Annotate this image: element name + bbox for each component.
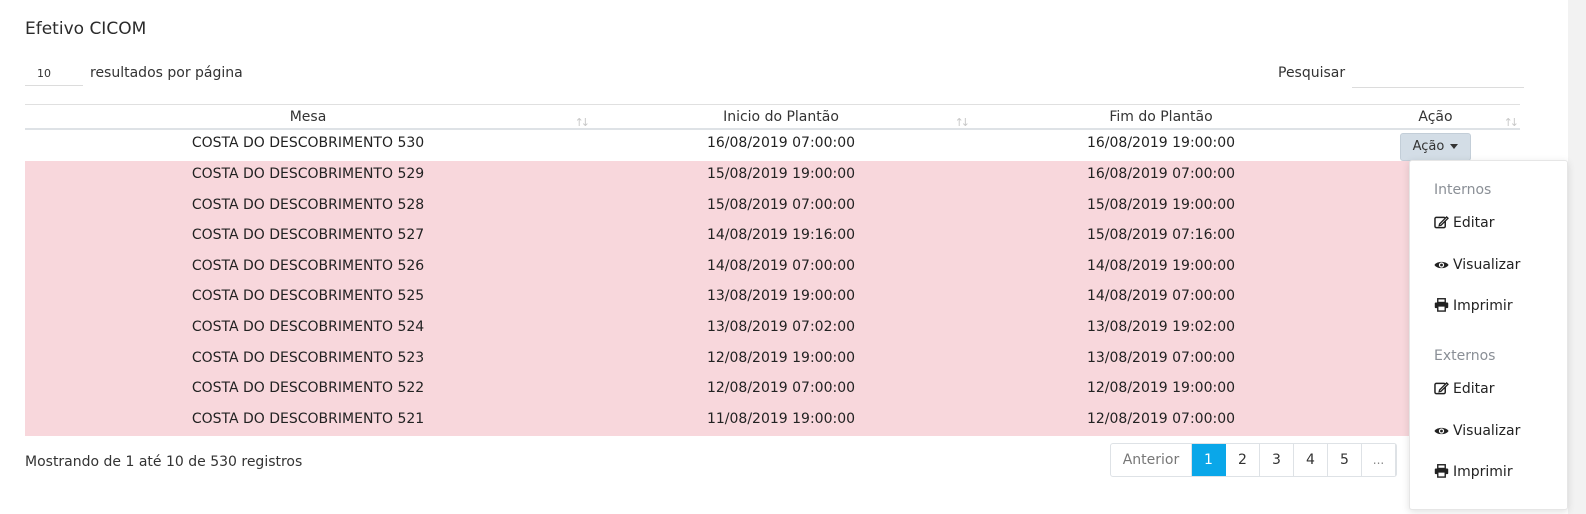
cell-mesa: COSTA DO DESCOBRIMENTO 529: [25, 161, 591, 192]
pagination: Anterior 1 2 3 4 5...: [1110, 443, 1397, 477]
search-input[interactable]: [1352, 60, 1524, 88]
table-header-row: Mesa ↑↓ Inicio do Plantão ↑↓ Fim do Plan…: [25, 104, 1520, 130]
pagination-page-2[interactable]: 2: [1226, 444, 1260, 476]
page: Efetivo CICOM 10 resultados por página P…: [0, 0, 1586, 514]
table-row: COSTA DO DESCOBRIMENTO 523 12/08/2019 19:…: [25, 344, 1520, 376]
table-row: COSTA DO DESCOBRIMENTO 525 13/08/2019 19:…: [25, 283, 1520, 314]
sort-icon: ↑↓: [954, 116, 971, 129]
column-header-label: Fim do Plantão: [1109, 108, 1213, 125]
cell-inicio: 14/08/2019 19:16:00: [591, 222, 971, 253]
dropdown-item-label: Visualizar: [1453, 257, 1521, 273]
sort-icon: ↑↓: [574, 116, 591, 129]
cell-mesa: COSTA DO DESCOBRIMENTO 525: [25, 283, 591, 314]
shifts-table: Mesa ↑↓ Inicio do Plantão ↑↓ Fim do Plan…: [25, 104, 1520, 437]
print-icon: [1434, 298, 1453, 314]
table-row: COSTA DO DESCOBRIMENTO 524 13/08/2019 07:…: [25, 313, 1520, 345]
table-row: COSTA DO DESCOBRIMENTO 530 16/08/2019 07:…: [25, 129, 1520, 161]
pagination-page-3[interactable]: 3: [1260, 444, 1294, 476]
cell-mesa: COSTA DO DESCOBRIMENTO 521: [25, 405, 591, 437]
column-header-acao[interactable]: Ação ↑↓: [1351, 104, 1520, 130]
dropdown-item-label: Visualizar: [1453, 423, 1521, 439]
dropdown-item-internos-imprimir[interactable]: Imprimir: [1434, 298, 1513, 314]
sort-icon: ↑↓: [1503, 116, 1520, 129]
cell-fim: 14/08/2019 07:00:00: [971, 283, 1351, 314]
table-row: COSTA DO DESCOBRIMENTO 527 14/08/2019 19:…: [25, 222, 1520, 253]
table-info: Mostrando de 1 até 10 de 530 registros: [25, 454, 303, 470]
table-row: COSTA DO DESCOBRIMENTO 526 14/08/2019 07:…: [25, 252, 1520, 284]
print-icon: [1434, 464, 1453, 480]
pagination-page-1[interactable]: 1: [1192, 444, 1226, 476]
action-dropdown-button[interactable]: Ação: [1399, 133, 1472, 161]
cell-fim: 12/08/2019 07:00:00: [971, 405, 1351, 437]
dropdown-item-internos-visualizar[interactable]: Visualizar: [1434, 257, 1520, 273]
scrollbar-track[interactable]: [1568, 0, 1586, 514]
pagination-previous[interactable]: Anterior: [1111, 444, 1192, 476]
cell-fim: 16/08/2019 07:00:00: [971, 161, 1351, 192]
table-row: COSTA DO DESCOBRIMENTO 522 12/08/2019 07:…: [25, 375, 1520, 406]
column-header-inicio[interactable]: Inicio do Plantão ↑↓: [591, 104, 971, 130]
cell-mesa: COSTA DO DESCOBRIMENTO 523: [25, 344, 591, 376]
table-row: COSTA DO DESCOBRIMENTO 528 15/08/2019 07:…: [25, 191, 1520, 223]
eye-icon: [1434, 423, 1453, 439]
page-title: Efetivo CICOM: [25, 19, 147, 39]
cell-mesa: COSTA DO DESCOBRIMENTO 526: [25, 252, 591, 284]
dropdown-item-externos-imprimir[interactable]: Imprimir: [1434, 464, 1513, 480]
pagination-page-4[interactable]: 4: [1294, 444, 1328, 476]
cell-acao: Ação: [1351, 129, 1520, 161]
cell-inicio: 13/08/2019 07:02:00: [591, 313, 971, 345]
cell-inicio: 15/08/2019 19:00:00: [591, 161, 971, 192]
column-header-fim[interactable]: Fim do Plantão: [971, 104, 1351, 130]
table-body: COSTA DO DESCOBRIMENTO 530 16/08/2019 07:…: [25, 129, 1520, 437]
cell-fim: 15/08/2019 19:00:00: [971, 191, 1351, 223]
caret-down-icon: [1450, 144, 1459, 149]
cell-inicio: 16/08/2019 07:00:00: [706, 135, 856, 151]
table-row: COSTA DO DESCOBRIMENTO 521 11/08/2019 19:…: [25, 405, 1520, 437]
column-header-label: Mesa: [289, 108, 327, 125]
cell-mesa: COSTA DO DESCOBRIMENTO 530: [191, 135, 425, 151]
cell-fim: 14/08/2019 19:00:00: [971, 252, 1351, 284]
cell-mesa: COSTA DO DESCOBRIMENTO 524: [25, 313, 591, 345]
dropdown-item-label: Editar: [1453, 215, 1495, 231]
dropdown-header-externos: Externos: [1434, 348, 1496, 364]
dropdown-item-externos-editar[interactable]: Editar: [1434, 381, 1494, 397]
cell-inicio: 13/08/2019 19:00:00: [591, 283, 971, 314]
pagination-page-5[interactable]: 5: [1328, 444, 1362, 476]
pagination-ellipsis: ...: [1362, 444, 1396, 476]
dropdown-header-internos: Internos: [1434, 182, 1492, 198]
cell-mesa: COSTA DO DESCOBRIMENTO 522: [25, 375, 591, 406]
action-dropdown-menu: Internos Editar Visualizar Imprimir Externos…: [1409, 160, 1568, 510]
cell-inicio: 15/08/2019 07:00:00: [591, 191, 971, 223]
search-label: Pesquisar: [1278, 65, 1346, 81]
cell-inicio: 12/08/2019 19:00:00: [591, 344, 971, 376]
eye-icon: [1434, 257, 1453, 273]
dropdown-item-label: Editar: [1453, 381, 1495, 397]
cell-fim: 12/08/2019 19:00:00: [971, 375, 1351, 406]
column-header-label: Ação: [1418, 108, 1453, 125]
dropdown-item-internos-editar[interactable]: Editar: [1434, 215, 1494, 231]
page-length-select[interactable]: 10: [25, 62, 83, 86]
column-header-label: Inicio do Plantão: [723, 108, 839, 125]
action-button-label: Ação: [1412, 139, 1445, 154]
cell-fim: 13/08/2019 19:02:00: [971, 313, 1351, 345]
edit-icon: [1434, 215, 1453, 231]
edit-icon: [1434, 381, 1453, 397]
cell-mesa: COSTA DO DESCOBRIMENTO 528: [25, 191, 591, 223]
dropdown-item-externos-visualizar[interactable]: Visualizar: [1434, 423, 1520, 439]
cell-mesa: COSTA DO DESCOBRIMENTO 527: [25, 222, 591, 253]
cell-inicio: 11/08/2019 19:00:00: [591, 405, 971, 437]
column-header-mesa[interactable]: Mesa ↑↓: [25, 104, 591, 130]
cell-fim: 13/08/2019 07:00:00: [971, 344, 1351, 376]
dropdown-item-label: Imprimir: [1453, 298, 1513, 314]
cell-inicio: 12/08/2019 07:00:00: [591, 375, 971, 406]
cell-fim: 15/08/2019 07:16:00: [971, 222, 1351, 253]
dropdown-item-label: Imprimir: [1453, 464, 1513, 480]
cell-fim: 16/08/2019 19:00:00: [1086, 135, 1236, 151]
cell-inicio: 14/08/2019 07:00:00: [591, 252, 971, 284]
page-length-label: resultados por página: [90, 65, 243, 81]
table-row: COSTA DO DESCOBRIMENTO 529 15/08/2019 19:…: [25, 161, 1520, 192]
